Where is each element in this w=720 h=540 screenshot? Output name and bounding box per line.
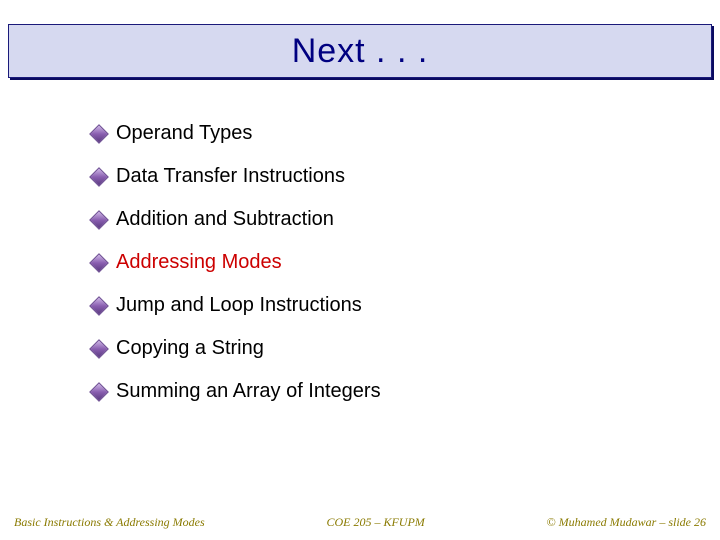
item-label: Data Transfer Instructions xyxy=(116,165,345,188)
list-item: Addition and Subtraction xyxy=(92,208,680,231)
list-item: Copying a String xyxy=(92,337,680,360)
title-bar: Next . . . xyxy=(8,24,712,78)
footer-left: Basic Instructions & Addressing Modes xyxy=(14,515,205,530)
item-label: Jump and Loop Instructions xyxy=(116,294,362,317)
item-label: Addressing Modes xyxy=(116,251,282,274)
list-item: Summing an Array of Integers xyxy=(92,380,680,403)
footer: Basic Instructions & Addressing Modes CO… xyxy=(14,515,706,530)
diamond-bullet-icon xyxy=(89,296,109,316)
diamond-bullet-icon xyxy=(89,339,109,359)
list-item: Jump and Loop Instructions xyxy=(92,294,680,317)
diamond-bullet-icon xyxy=(89,210,109,230)
item-label: Copying a String xyxy=(116,337,264,360)
item-label: Addition and Subtraction xyxy=(116,208,334,231)
footer-center: COE 205 – KFUPM xyxy=(205,515,547,530)
item-label: Summing an Array of Integers xyxy=(116,380,381,403)
slide-title: Next . . . xyxy=(292,32,429,71)
diamond-bullet-icon xyxy=(89,382,109,402)
list-item-active: Addressing Modes xyxy=(92,251,680,274)
item-label: Operand Types xyxy=(116,122,252,145)
footer-right: © Muhamed Mudawar – slide 26 xyxy=(547,515,706,530)
list-item: Operand Types xyxy=(92,122,680,145)
diamond-bullet-icon xyxy=(89,167,109,187)
content-area: Operand Types Data Transfer Instructions… xyxy=(92,122,680,423)
diamond-bullet-icon xyxy=(89,124,109,144)
diamond-bullet-icon xyxy=(89,253,109,273)
list-item: Data Transfer Instructions xyxy=(92,165,680,188)
